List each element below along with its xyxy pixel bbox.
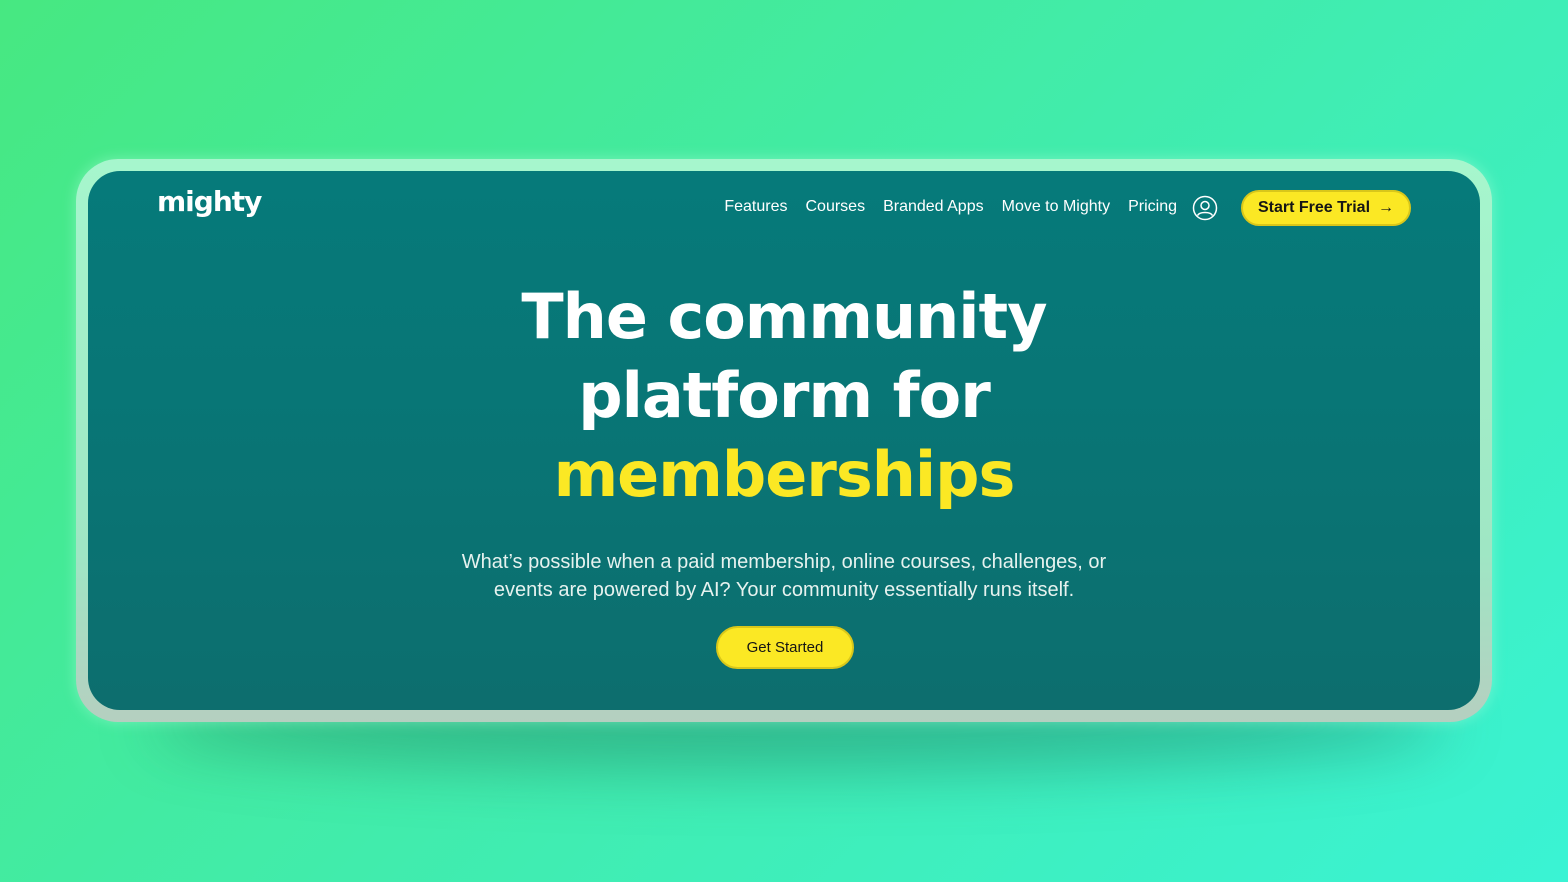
user-circle-icon[interactable]	[1192, 195, 1218, 221]
nav-link-courses[interactable]: Courses	[806, 198, 866, 216]
main-nav: Features Courses Branded Apps Move to Mi…	[724, 198, 1177, 216]
nav-link-pricing[interactable]: Pricing	[1128, 198, 1177, 216]
website-screen: mighty Features Courses Branded Apps Mov…	[88, 171, 1480, 710]
subtext-line-2: events are powered by AI? Your community…	[493, 579, 1075, 601]
arrow-right-icon: →	[1378, 199, 1395, 216]
hero-headline: The community platform for memberships	[88, 277, 1480, 514]
subtext-line-1: What’s possible when a paid membership, …	[461, 551, 1107, 573]
start-free-trial-button[interactable]: Start Free Trial →	[1241, 190, 1411, 226]
start-free-trial-label: Start Free Trial	[1257, 199, 1371, 216]
nav-link-branded-apps[interactable]: Branded Apps	[883, 198, 984, 216]
headline-accent: memberships	[553, 438, 1016, 511]
headline-line-1: The community	[521, 280, 1047, 353]
nav-link-features[interactable]: Features	[724, 198, 787, 216]
mighty-logo[interactable]: mighty	[157, 185, 262, 218]
nav-link-move-to-mighty[interactable]: Move to Mighty	[1002, 198, 1110, 216]
headline-line-2: platform for	[578, 359, 991, 432]
hero-subtext: What’s possible when a paid membership, …	[384, 548, 1184, 604]
get-started-button[interactable]: Get Started	[716, 626, 854, 669]
